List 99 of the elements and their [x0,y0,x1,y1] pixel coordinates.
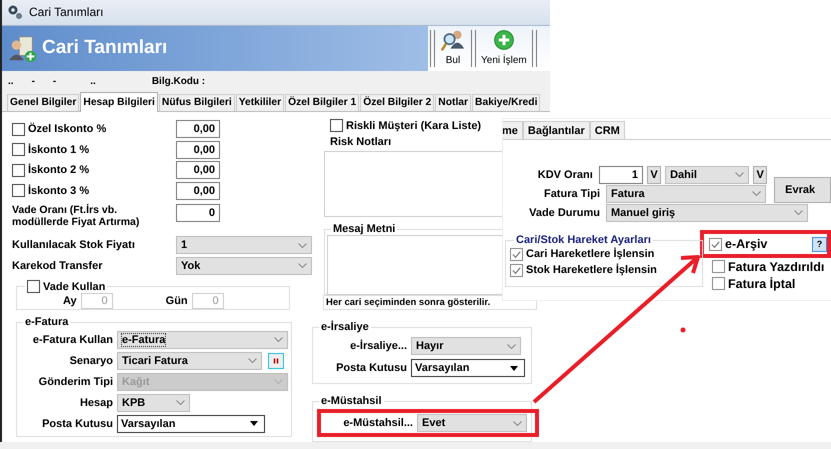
chevron-down-icon [176,400,185,405]
tab[interactable]: Genel Bilgiler [7,94,80,111]
gears-icon [7,4,23,20]
dropdown[interactable]: Evet [417,414,527,432]
dropdown[interactable]: Fatura [606,184,766,202]
code-mark: - [32,76,35,87]
tab[interactable]: Nüfus Bilgileri [158,94,235,111]
tab[interactable]: Yetkililer [236,94,284,111]
field-label: Gönderim Tipi [38,376,113,388]
tab[interactable]: Özel Bilgiler 1 [285,94,360,111]
checkbox[interactable]: Fatura Yazdırıldı [712,260,824,274]
field-label: Gün [166,295,188,307]
pause-icon [272,356,280,364]
field-label: Fatura Tipi [542,188,600,200]
dropdown[interactable]: Dahil [665,166,750,184]
chevron-down-icon [513,420,522,426]
checkbox[interactable]: Cari Hareketlere İşlensin [510,246,702,262]
tab[interactable]: Bağlantılar [522,121,590,139]
text-area[interactable] [324,151,504,217]
dropdown[interactable]: KPB [117,394,190,412]
chevron-down-icon [752,191,761,196]
header-title: Cari Tanımları [42,37,168,60]
annotation-dot [680,328,686,332]
dropdown[interactable]: Yok [176,256,312,275]
field-label: Ay [63,295,77,307]
checkbox[interactable]: e-Arşiv [709,237,768,251]
checkmark-icon [511,248,522,260]
dropdown[interactable]: e-Fatura [117,330,288,348]
field-label: Senaryo [68,354,113,366]
search-icon [440,28,466,52]
dropdown[interactable]: Manuel giriş [606,204,808,222]
code-label: Bilg.Kodu : [152,76,206,87]
chevron-down-icon [298,263,307,268]
field-label: Risk Notları [330,136,392,148]
number-field[interactable]: 0 [176,204,220,222]
tab[interactable]: Bakiye/Kredi [472,94,540,111]
checkbox[interactable]: Stok Hareketlere İşlensin [510,262,702,278]
tab[interactable]: Hesap Bilgileri [80,92,158,112]
window-title: Cari Tanımları [29,5,104,20]
checkbox[interactable]: İskonto 1 % [12,143,176,156]
field-label: Posta Kutusu [41,418,113,430]
evrak-button[interactable]: Evrak [774,177,831,203]
dropdown[interactable]: 1 [176,236,312,254]
tab[interactable]: me [503,121,523,139]
add-button[interactable]: Yeni İşlem [478,26,530,71]
number-field[interactable]: 0,00 [176,120,220,138]
field-label: Vade Oranı (Ft.İrs vb. modüllerde Fiyat Artırma) [12,204,140,228]
checkbox[interactable]: Özel Iskonto % [12,122,176,136]
field-label: e-Fatura Kullan [32,334,113,346]
pause-button[interactable] [268,352,284,368]
field-label: Posta Kutusu [335,362,407,374]
chevron-down-icon [794,210,803,215]
number-field[interactable]: 1 [598,166,644,184]
checkbox[interactable]: İskonto 3 % [12,184,176,198]
group-title: e-Müstahsil [320,395,383,407]
dropdown-arrow-icon [510,366,518,370]
dropdown[interactable]: Varsayılan [117,414,265,432]
chevron-down-icon [298,242,307,248]
code-mark: - [52,76,56,87]
dropdown[interactable]: Hayır [411,337,521,355]
field-label: Karekod Transfer [12,260,104,272]
chevron-down-icon [248,358,257,363]
field-label: e-İrsaliye... [349,340,407,352]
dropdown[interactable]: Varsayılan [411,359,525,377]
chevron-down-icon [507,344,516,348]
number-field[interactable]: 0,00 [176,182,220,200]
code-mark: .. [8,76,14,87]
group-title: e-Fatura [24,316,70,328]
group-title: Cari/Stok Hareket Ayarları [515,234,652,246]
field-label: Vade Durumu [528,206,600,218]
checkbox[interactable]: Riskli Müşteri (Kara Liste) [330,119,482,132]
checkmark-icon [511,264,522,276]
chevron-down-icon [274,379,283,384]
tab[interactable]: CRM [590,121,625,139]
field-label: Hesap [78,396,113,408]
chevron-down-icon [274,337,283,342]
checkmark-icon [710,238,721,250]
hint-text: Her cari seçiminden sonra gösterilir. [323,295,537,310]
chevron-down-icon [735,172,744,177]
tab[interactable]: Notlar [435,94,472,111]
tab[interactable]: Özel Bilgiler 2 [360,94,434,111]
field-label: e-Müstahsil... [342,417,413,429]
v-button[interactable]: V [647,166,662,184]
code-mark: .. [90,76,96,87]
group-title: e-İrsaliye [320,321,370,333]
number-field[interactable]: 0,00 [176,140,220,159]
search-button[interactable]: Bul [437,26,469,71]
dropdown-arrow-icon [250,421,258,426]
help-button[interactable]: ? [812,236,827,252]
v-button[interactable]: V [753,166,768,184]
checkbox[interactable]: Vade Kullan [27,280,106,293]
checkbox[interactable]: Fatura İptal [712,276,796,290]
checkbox[interactable]: İskonto 2 % [12,164,176,177]
number-field[interactable]: 0,00 [176,161,220,180]
group-title: Mesaj Metni [332,223,396,235]
dropdown[interactable]: Ticari Fatura [117,352,262,370]
text-area[interactable] [327,235,503,295]
field-label: Kullanılacak Stok Fiyatı [12,239,136,252]
field-label: KDV Oranı [536,168,593,180]
